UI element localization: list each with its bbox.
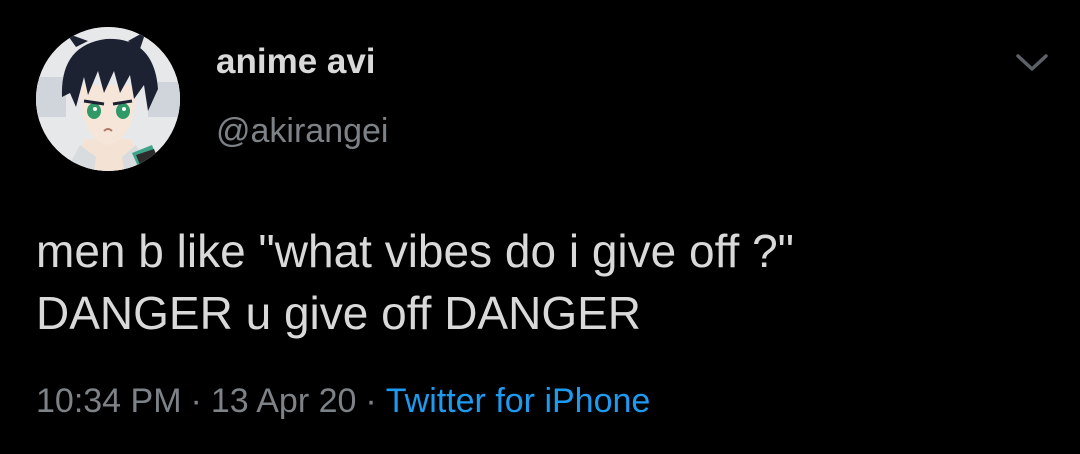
tweet-meta: 10:34 PM · 13 Apr 20 · Twitter for iPhone — [36, 382, 650, 421]
author-display-name[interactable]: anime avi — [216, 42, 376, 82]
author-handle[interactable]: @akirangei — [216, 112, 389, 151]
meta-separator: · — [365, 382, 377, 420]
tweet-card: anime avi @akirangei men b like "what vi… — [0, 0, 1080, 454]
tweet-text-line: DANGER u give off DANGER — [36, 287, 642, 339]
author-avatar[interactable] — [36, 27, 180, 171]
tweet-time[interactable]: 10:34 PM — [36, 382, 182, 420]
meta-separator: · — [190, 382, 202, 420]
tweet-source-link[interactable]: Twitter for iPhone — [386, 382, 651, 420]
avatar-image — [36, 27, 180, 171]
tweet-date[interactable]: 13 Apr 20 — [211, 382, 357, 420]
tweet-text-line: men b like "what vibes do i give off ?" — [36, 225, 794, 277]
tweet-text: men b like "what vibes do i give off ?" … — [36, 220, 1046, 344]
chevron-down-icon[interactable] — [1014, 51, 1050, 75]
